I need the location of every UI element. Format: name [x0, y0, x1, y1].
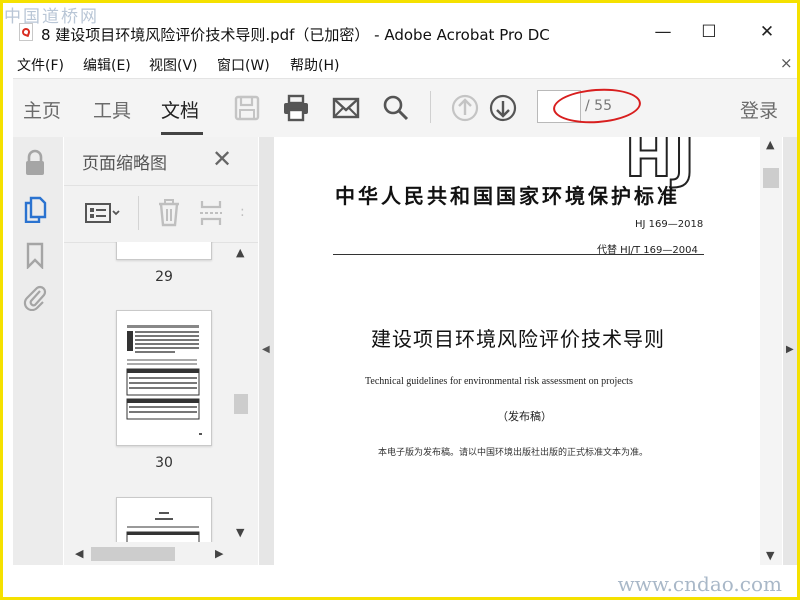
menu-help[interactable]: 帮助(H) — [290, 55, 339, 75]
thumbnail-toolbar: : — [64, 185, 258, 243]
page-thumbnails-icon[interactable] — [22, 195, 48, 223]
extract-pages-icon[interactable] — [198, 198, 224, 228]
active-tab-indicator — [161, 132, 203, 135]
collapse-left-icon[interactable]: ◀ — [262, 344, 270, 355]
expand-right-icon[interactable]: ▶ — [786, 344, 794, 355]
document-view[interactable]: HJ 中华人民共和国国家环境保护标准 HJ 169—2018 代替 HJ/T 1… — [275, 137, 760, 565]
close-window-button[interactable]: ✕ — [747, 17, 787, 47]
menu-edit[interactable]: 编辑(E) — [83, 55, 131, 75]
attachment-icon[interactable] — [22, 283, 48, 311]
menu-file[interactable]: 文件(F) — [17, 55, 64, 75]
thumbnail-panel: 页面缩略图 ✕ : 29 30 ▲ ▼ ◀ ▶ — [64, 137, 258, 565]
lock-icon[interactable] — [22, 149, 48, 177]
tab-tools[interactable]: 工具 — [93, 96, 131, 123]
save-icon[interactable] — [232, 93, 262, 123]
electronic-version-note: 本电子版为发布稿。请以中国环境出版社出版的正式标准文本为准。 — [378, 448, 649, 458]
scrollbar-thumb[interactable] — [234, 394, 248, 414]
email-icon[interactable] — [331, 93, 361, 123]
page-thumbnail[interactable] — [116, 242, 212, 260]
login-button[interactable]: 登录 — [740, 96, 778, 123]
standard-heading: 中华人民共和国国家环境保护标准 — [335, 184, 680, 208]
page-number-label: 29 — [155, 269, 173, 285]
close-panel-button[interactable]: ✕ — [212, 145, 232, 173]
left-tool-rail — [13, 137, 63, 565]
draft-label: （发布稿） — [497, 410, 552, 423]
more-tools-indicator: : — [240, 204, 245, 220]
scroll-down-arrow-icon[interactable]: ▼ — [236, 526, 244, 539]
scroll-up-arrow-icon[interactable]: ▲ — [236, 246, 244, 259]
thumbnail-list[interactable]: 29 30 — [64, 242, 230, 542]
right-panel-strip[interactable]: ▶ — [783, 137, 797, 565]
page-thumbnail[interactable] — [116, 310, 212, 446]
thumbnail-horizontal-scrollbar[interactable]: ◀ ▶ — [64, 544, 230, 564]
thumbnail-preview — [126, 325, 202, 435]
scroll-right-arrow-icon[interactable]: ▶ — [215, 547, 223, 560]
toolbar: 主页 工具 文档 / 55 登录 — [13, 78, 797, 137]
document-vertical-scrollbar[interactable]: ▲ ▼ — [760, 137, 782, 565]
scroll-up-arrow-icon[interactable]: ▲ — [766, 138, 774, 151]
standard-number: HJ 169—2018 — [635, 219, 704, 230]
options-menu-icon[interactable] — [84, 202, 124, 224]
scroll-down-arrow-icon[interactable]: ▼ — [766, 549, 774, 562]
page-thumbnail[interactable] — [116, 497, 212, 542]
scrollbar-thumb[interactable] — [763, 168, 779, 188]
delete-icon[interactable] — [156, 198, 182, 228]
scroll-left-arrow-icon[interactable]: ◀ — [75, 547, 83, 560]
page-number-label: 30 — [155, 455, 173, 471]
tab-home[interactable]: 主页 — [23, 96, 61, 123]
document-main-title: 建设项目环境风险评价技术导则 — [371, 327, 665, 351]
toolbar-separator — [430, 91, 431, 123]
scrollbar-thumb[interactable] — [91, 547, 175, 561]
thumbnail-panel-title: 页面缩略图 — [82, 154, 167, 174]
previous-page-icon[interactable] — [450, 93, 480, 123]
menu-view[interactable]: 视图(V) — [149, 55, 198, 75]
menu-window[interactable]: 窗口(W) — [217, 55, 270, 75]
title-bar: 8 建设项目环境风险评价技术导则.pdf（已加密） - Adobe Acroba… — [3, 3, 797, 49]
close-document-icon[interactable]: × — [780, 54, 793, 72]
maximize-button[interactable]: ☐ — [689, 17, 729, 47]
next-page-icon[interactable] — [488, 93, 518, 123]
search-icon[interactable] — [381, 93, 411, 123]
thumbnail-preview — [126, 512, 200, 542]
print-icon[interactable] — [281, 93, 311, 123]
tab-document[interactable]: 文档 — [161, 96, 199, 123]
watermark-bottom: www.cndao.com — [617, 572, 782, 596]
minimize-button[interactable]: — — [643, 17, 683, 47]
thumbnail-vertical-scrollbar[interactable]: ▲ ▼ — [232, 244, 250, 542]
watermark-top: 中国道桥网 — [4, 7, 99, 27]
menu-bar: 文件(F) 编辑(E) 视图(V) 窗口(W) 帮助(H) × — [3, 51, 797, 77]
window-title: 8 建设项目环境风险评价技术导则.pdf（已加密） - Adobe Acroba… — [41, 26, 550, 44]
panel-collapse-strip[interactable]: ◀ — [259, 137, 274, 565]
header-rule — [333, 254, 704, 255]
tool-separator — [138, 196, 139, 230]
bookmark-icon[interactable] — [22, 241, 48, 269]
document-english-title: Technical guidelines for environmental r… — [365, 376, 633, 387]
